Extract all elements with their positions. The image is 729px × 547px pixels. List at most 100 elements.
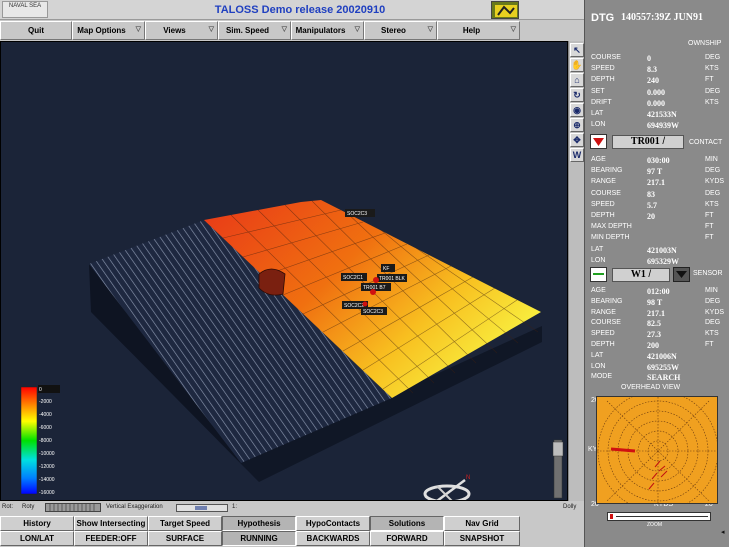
sensor-value: 98 T: [647, 297, 663, 307]
ownship-key: SPEED: [591, 65, 615, 73]
contact-key: LON: [591, 256, 606, 264]
sensor-unit: MIN: [705, 287, 718, 294]
sensor-key: RANGE: [591, 308, 616, 316]
show-intersecting-button[interactable]: Show Intersecting: [74, 516, 148, 531]
ownship-row: LAT 421533N: [591, 110, 725, 120]
sensor-dropdown-icon[interactable]: [673, 267, 690, 282]
legend-tick: -8000: [39, 438, 52, 444]
sensor-value: SEARCH: [647, 373, 681, 383]
nav-grid-button[interactable]: Nav Grid: [444, 516, 520, 531]
legend-tick: -14000: [39, 477, 55, 483]
sensor-value: 27.3: [647, 330, 661, 340]
contact-unit: MIN: [705, 156, 718, 163]
snapshot-button[interactable]: SNAPSHOT: [444, 531, 520, 546]
vertical-exaggeration-thumb[interactable]: [195, 506, 207, 510]
sensor-row: LON 695255W: [591, 363, 725, 373]
forward-button[interactable]: FORWARD: [370, 531, 444, 546]
crosshair-icon[interactable]: ⊕: [570, 118, 584, 132]
rotation-wheel[interactable]: [45, 503, 101, 512]
contact-value: 030:00: [647, 156, 670, 165]
sensor-unit: KYDS: [705, 308, 725, 316]
contact-unit: FT: [705, 234, 714, 242]
sensor-row: COURSE 82.5 DEG: [591, 319, 725, 329]
feeder-button[interactable]: FEEDER:OFF: [74, 531, 148, 546]
contact-value: 83: [647, 189, 655, 199]
ownship-value: 8.3: [647, 65, 657, 75]
dropdown-arrow-icon: ▽: [135, 26, 141, 33]
ownship-value: 0.000: [647, 87, 665, 97]
backwards-button[interactable]: BACKWARDS: [296, 531, 370, 546]
dropdown-arrow-icon: ▽: [427, 26, 433, 33]
sensor-marker-icon: [590, 267, 607, 282]
vertical-exaggeration-slider[interactable]: [176, 504, 228, 512]
ownship-unit: KTS: [705, 65, 719, 73]
contact-unit: FT: [705, 212, 714, 219]
menu-sim-speed[interactable]: Sim. Speed ▽: [218, 21, 291, 40]
legend-ticks: 0 -2000 -4000 -6000 -8000 -10000 -12000 …: [39, 387, 55, 496]
ownship-value: 421533N: [647, 110, 677, 119]
sensor-row: LAT 421006N: [591, 352, 725, 362]
compass-icon[interactable]: N: [423, 475, 471, 501]
contact-id-field[interactable]: TR001 /: [612, 135, 684, 149]
menu-help[interactable]: Help ▽: [437, 21, 520, 40]
target-speed-button[interactable]: Target Speed: [148, 516, 222, 531]
home-icon[interactable]: ⌂: [570, 73, 584, 87]
hand-icon[interactable]: ✋: [570, 58, 584, 72]
menu-map-options[interactable]: Map Options ▽: [72, 21, 145, 40]
3d-viewport[interactable]: SOC2C3 KF SOC2C1 TR001 BLK TR001 B7 SOC2…: [0, 41, 568, 501]
contact-unit: DEG: [705, 167, 721, 175]
ownship-unit: DEG: [705, 54, 721, 61]
sensor-id-field[interactable]: W1 /: [612, 268, 670, 282]
contact-key: RANGE: [591, 178, 616, 186]
bottom-button-bar: History Show Intersecting Target Speed H…: [0, 515, 584, 547]
app-title: TALOSS Demo release 20020910: [214, 4, 386, 16]
menu-stereo[interactable]: Stereo ▽: [364, 21, 437, 40]
history-button[interactable]: History: [0, 516, 74, 531]
menu-quit[interactable]: Quit: [0, 21, 72, 40]
eye-icon[interactable]: ◉: [570, 103, 584, 117]
logo-text: NAVAL SEA: [8, 3, 42, 9]
menu-manipulators-label: Manipulators: [295, 26, 346, 35]
contact-slash: /: [662, 136, 666, 147]
zoom-slider-thumb[interactable]: [610, 514, 613, 519]
menu-map-options-label: Map Options: [77, 26, 126, 35]
menu-views[interactable]: Views ▽: [145, 21, 218, 40]
zoom-slider[interactable]: [607, 512, 711, 521]
hypothesis-button[interactable]: Hypothesis: [222, 516, 296, 531]
dolly-slider-thumb[interactable]: [552, 441, 564, 457]
compass-icon[interactable]: ✥: [570, 133, 584, 147]
sensor-value: 012:00: [647, 287, 670, 296]
contact-value: 421003N: [647, 245, 677, 255]
rot-label: Rot:: [2, 504, 14, 510]
rotate-icon[interactable]: ↻: [570, 88, 584, 102]
contact-key: COURSE: [591, 189, 621, 197]
hypocontacts-button[interactable]: HypoContacts: [296, 516, 370, 531]
sensor-value: 82.5: [647, 319, 661, 329]
contact-row: SPEED 5.7 KTS: [591, 201, 725, 211]
tool-strip: ↖ ✋ ⌂ ↻ ◉ ⊕ ✥ W: [568, 41, 584, 501]
sensor-value: 421006N: [647, 351, 677, 361]
lonlat-button[interactable]: LON/LAT: [0, 531, 74, 546]
seamount-feature: [258, 268, 286, 296]
w-icon[interactable]: W: [570, 148, 584, 162]
contact-row: MIN DEPTH FT: [591, 234, 725, 244]
pointer-icon[interactable]: ↖: [570, 43, 584, 57]
solutions-button[interactable]: Solutions: [370, 516, 444, 531]
contact-row: LAT 421003N: [591, 246, 725, 256]
ownship-key: DRIFT: [591, 98, 612, 106]
contact-row: MAX DEPTH FT: [591, 223, 725, 233]
ownship-row: SET 0.000 DEG: [591, 88, 725, 98]
sensor-slash: /: [648, 269, 652, 280]
running-button[interactable]: RUNNING: [222, 531, 296, 546]
menu-manipulators[interactable]: Manipulators ▽: [291, 21, 364, 40]
overhead-title: OVERHEAD VIEW: [621, 384, 681, 391]
contact-unit: KYDS: [705, 178, 725, 186]
ownship-row: DRIFT 0.000 KTS: [591, 99, 725, 109]
legend-tick: -16000: [39, 490, 55, 496]
scene-label: SOC2C3: [363, 309, 383, 315]
dtg-label: DTG: [591, 12, 615, 24]
surface-button[interactable]: SURFACE: [148, 531, 222, 546]
overhead-view[interactable]: [596, 396, 718, 504]
contact-key: MIN DEPTH: [591, 234, 630, 242]
scroll-arrow-icon[interactable]: ◂: [721, 528, 725, 536]
